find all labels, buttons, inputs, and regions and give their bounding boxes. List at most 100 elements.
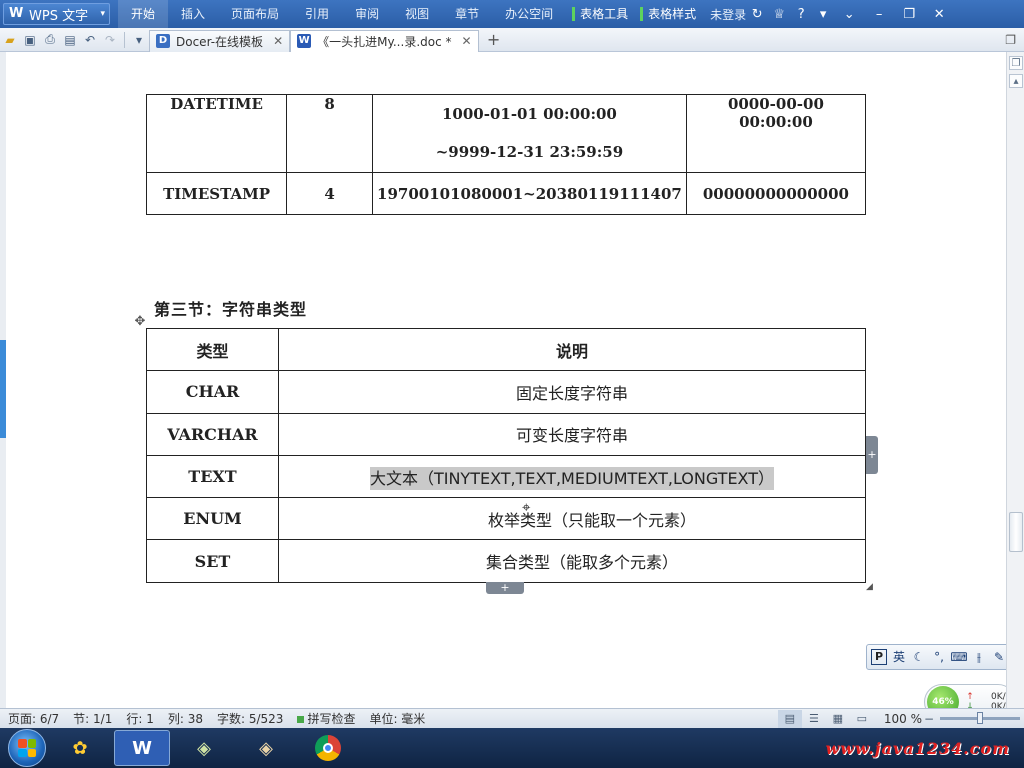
- page-view-icon[interactable]: ▤: [777, 709, 802, 728]
- redo-icon[interactable]: ↷: [100, 30, 120, 50]
- table-cell[interactable]: DATETIME: [145, 94, 288, 173]
- tab-home[interactable]: 开始: [118, 0, 169, 28]
- add-column-button[interactable]: +: [866, 436, 878, 474]
- table-cell[interactable]: 固定长度字符串: [278, 370, 866, 414]
- close-icon[interactable]: ✕: [273, 34, 283, 48]
- skin-icon[interactable]: ↻: [746, 3, 768, 25]
- chrome-icon: [315, 735, 341, 761]
- table-cell[interactable]: 4: [286, 172, 374, 215]
- taskbar-app-tool-1[interactable]: ◈: [176, 730, 232, 766]
- shirt-icon[interactable]: ♕: [768, 3, 790, 25]
- app-menu-button[interactable]: W WPS 文字 ▾: [3, 3, 110, 25]
- punctuation-icon[interactable]: °,: [929, 647, 949, 667]
- doc-tab-current[interactable]: W 《一头扎进My...录.doc * ✕: [290, 29, 479, 52]
- print-preview-icon[interactable]: ▤: [60, 30, 80, 50]
- type-description: 枚举类型（只能取一个元素）: [487, 510, 696, 530]
- reading-view-icon[interactable]: ▭: [850, 710, 874, 728]
- vertical-scrollbar[interactable]: ❐ ▴: [1006, 52, 1024, 708]
- restore-icon[interactable]: ❐: [1009, 56, 1023, 70]
- table-cell[interactable]: 1000-01-01 00:00:00 ~9999-12-31 23:59:59: [372, 94, 687, 173]
- customize-toolbar-icon[interactable]: ▾: [129, 30, 149, 50]
- spell-check-toggle[interactable]: 拼写检查: [289, 710, 361, 727]
- zero-value: 0000-00-00 00:00:00: [727, 95, 824, 131]
- table-cell[interactable]: VARCHAR: [146, 412, 279, 456]
- web-view-icon[interactable]: ▦: [826, 710, 850, 728]
- minimize-icon[interactable]: –: [864, 3, 894, 25]
- table-row: ENUM 枚举类型（只能取一个元素）: [146, 497, 866, 541]
- open-folder-icon[interactable]: ▰: [0, 30, 20, 50]
- taskbar-app-colorful[interactable]: ✿: [52, 730, 108, 766]
- table-cell[interactable]: 19700101080001~20380119111407: [372, 172, 687, 215]
- table-cell[interactable]: TEXT: [146, 454, 279, 499]
- restore-icon[interactable]: ❐: [894, 3, 924, 25]
- tab-page-layout[interactable]: 页面布局: [218, 0, 292, 28]
- section-indicator: 节: 1/1: [73, 712, 113, 726]
- ime-logo-icon[interactable]: P: [871, 649, 887, 665]
- outline-view-icon[interactable]: ☰: [802, 710, 826, 728]
- sidebar-toggle-handle[interactable]: [0, 340, 6, 438]
- table-cell[interactable]: 可变长度字符串: [278, 412, 866, 456]
- close-icon[interactable]: ✕: [462, 34, 472, 48]
- mouse-cursor-icon: ⌖: [522, 498, 531, 516]
- new-tab-button[interactable]: +: [483, 30, 505, 49]
- scrollbar-thumb[interactable]: [1009, 512, 1023, 552]
- zoom-slider[interactable]: [940, 712, 1020, 724]
- zoom-slider-knob[interactable]: [977, 712, 983, 724]
- header-type: 类型: [196, 341, 229, 361]
- document-page[interactable]: DATETIME 8 1000-01-01 00:00:00 ~9999-12-…: [0, 52, 1024, 720]
- tab-table-style[interactable]: 表格样式: [634, 0, 702, 28]
- ime-language-toggle[interactable]: 英: [889, 647, 909, 667]
- restore-tabs-icon[interactable]: ❐: [1005, 33, 1016, 47]
- table-cell[interactable]: 集合类型（能取多个元素）: [278, 539, 866, 583]
- login-link[interactable]: 未登录: [710, 6, 746, 23]
- table-resize-handle-icon[interactable]: ◢: [866, 582, 876, 592]
- table-cell[interactable]: CHAR: [146, 370, 279, 414]
- scroll-up-icon[interactable]: ▴: [1009, 74, 1023, 88]
- table-cell[interactable]: 00000000000000: [685, 172, 867, 215]
- keyboard-icon[interactable]: ⌨: [949, 647, 969, 667]
- table-header-cell[interactable]: 类型: [146, 327, 279, 372]
- table-cell[interactable]: SET: [146, 539, 279, 583]
- taskbar-app-chrome[interactable]: [300, 730, 356, 766]
- print-icon[interactable]: ⎙: [40, 30, 60, 50]
- table-cell[interactable]: 枚举类型（只能取一个元素）: [278, 497, 866, 541]
- add-row-button[interactable]: +: [486, 582, 524, 594]
- table-cell[interactable]: 0000-00-00 00:00:00: [685, 94, 867, 173]
- chevron-down-icon[interactable]: ▾: [812, 3, 834, 25]
- tab-review[interactable]: 审阅: [342, 0, 392, 28]
- taskbar-app-wps-writer[interactable]: W: [114, 730, 170, 766]
- view-controls: ▤ ☰ ▦ ▭ 100 % −: [777, 709, 1024, 728]
- tab-chapter[interactable]: 章节: [442, 0, 492, 28]
- doc-tab-docer[interactable]: D Docer-在线模板 ✕: [149, 29, 291, 52]
- toolbar-divider: [124, 31, 125, 48]
- page-indicator[interactable]: 页面: 6/7: [0, 710, 65, 727]
- doc-tab-title: Docer-在线模板: [176, 34, 264, 49]
- table-cell[interactable]: ENUM: [146, 497, 279, 541]
- zoom-level[interactable]: 100 %: [884, 712, 922, 726]
- close-icon[interactable]: ✕: [924, 3, 954, 25]
- column-indicator: 列: 38: [167, 712, 203, 726]
- selected-text[interactable]: 大文本（TINYTEXT,TEXT,MEDIUMTEXT,LONGTEXT）: [369, 466, 775, 490]
- tab-insert[interactable]: 插入: [168, 0, 218, 28]
- table-cell[interactable]: 8: [286, 94, 374, 173]
- tab-table-tools[interactable]: 表格工具: [566, 0, 634, 28]
- taskbar-app-tool-2[interactable]: ◈: [238, 730, 294, 766]
- tab-references[interactable]: 引用: [292, 0, 342, 28]
- save-icon[interactable]: ▣: [20, 30, 40, 50]
- table-header-cell[interactable]: 说明: [278, 327, 866, 372]
- spacing-icon[interactable]: ⫲: [969, 647, 989, 667]
- collapse-ribbon-icon[interactable]: ⌄: [834, 3, 864, 25]
- word-count[interactable]: 字数: 5/523: [209, 710, 289, 727]
- tab-office-space[interactable]: 办公空间: [492, 0, 566, 28]
- word-doc-icon: W: [297, 34, 312, 48]
- tab-view[interactable]: 视图: [392, 0, 442, 28]
- zoom-out-icon[interactable]: −: [922, 712, 936, 726]
- help-icon[interactable]: ?: [790, 3, 812, 25]
- start-button[interactable]: [8, 729, 46, 767]
- unit-indicator[interactable]: 单位: 毫米: [361, 710, 431, 727]
- moon-icon[interactable]: ☾: [909, 647, 929, 667]
- undo-icon[interactable]: ↶: [80, 30, 100, 50]
- table-cell[interactable]: 大文本（TINYTEXT,TEXT,MEDIUMTEXT,LONGTEXT）: [278, 454, 866, 499]
- header-description: 说明: [555, 341, 588, 361]
- table-cell[interactable]: TIMESTAMP: [145, 172, 288, 215]
